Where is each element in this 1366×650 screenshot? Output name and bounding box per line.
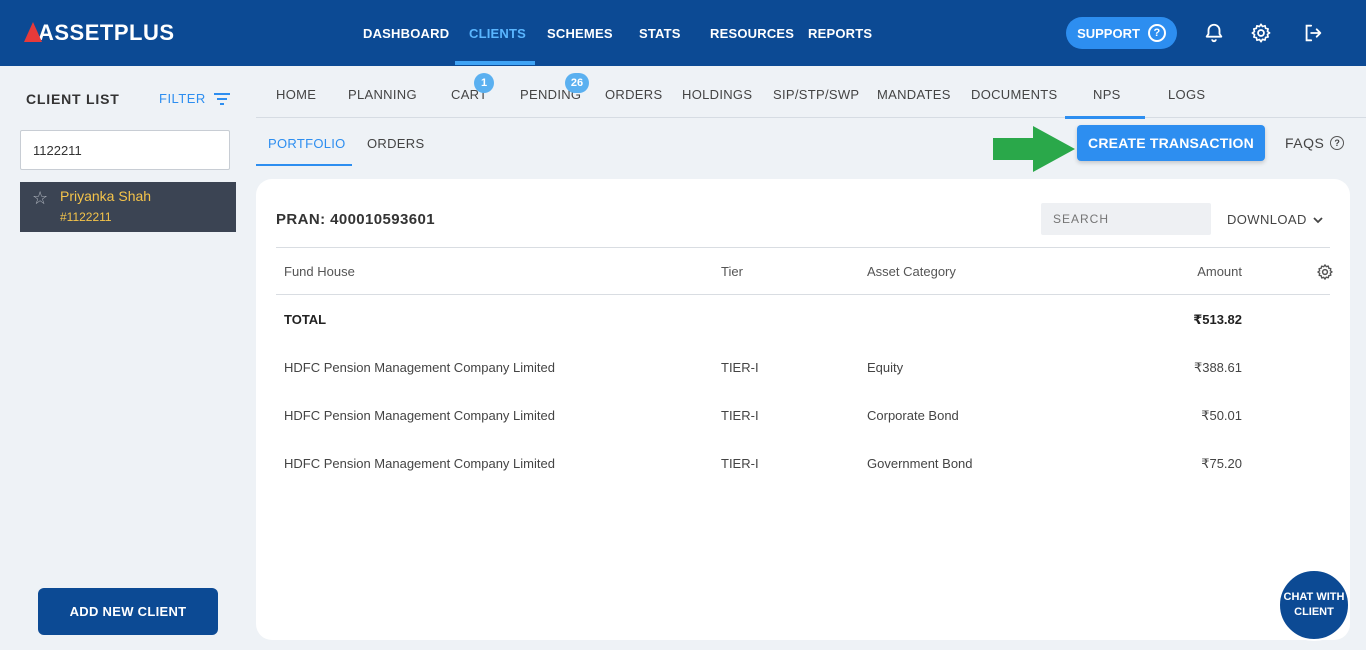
column-header-amount[interactable]: Amount: [1142, 264, 1242, 279]
column-header-tier[interactable]: Tier: [721, 264, 743, 279]
add-new-client-button[interactable]: ADD NEW CLIENT: [38, 588, 218, 635]
chat-label-line2: CLIENT: [1294, 606, 1334, 618]
amount-cell: ₹75.20: [1201, 456, 1242, 471]
client-list-title: CLIENT LIST: [26, 91, 120, 107]
tab-portfolio[interactable]: PORTFOLIO: [268, 136, 346, 151]
pran-label: PRAN:: [276, 211, 326, 228]
active-subnav-indicator: [1065, 116, 1145, 119]
filter-button[interactable]: FILTER: [159, 91, 230, 106]
pending-count-badge: 26: [565, 73, 589, 93]
subnav-home[interactable]: HOME: [276, 87, 316, 102]
cart-count-badge: 1: [474, 73, 494, 93]
subnav-logs[interactable]: LOGS: [1168, 87, 1205, 102]
bell-icon[interactable]: [1203, 22, 1225, 44]
nav-resources[interactable]: RESOURCES: [710, 26, 794, 41]
logout-icon[interactable]: [1302, 22, 1324, 44]
help-icon: ?: [1330, 136, 1345, 150]
tier-cell: TIER-I: [721, 360, 759, 375]
nav-dashboard[interactable]: DASHBOARD: [363, 26, 449, 41]
chat-with-client-button[interactable]: CHAT WITH CLIENT: [1278, 569, 1350, 641]
active-tab-indicator: [256, 164, 352, 166]
tier-cell: TIER-I: [721, 456, 759, 471]
column-header-asset-category[interactable]: Asset Category: [867, 264, 956, 279]
asset-category-cell: Equity: [867, 360, 904, 375]
nav-reports[interactable]: REPORTS: [808, 26, 872, 41]
chat-label-line1: CHAT WITH: [1283, 591, 1345, 603]
support-button[interactable]: SUPPORT ?: [1066, 17, 1177, 49]
fund-house-cell: HDFC Pension Management Company Limited: [284, 408, 555, 423]
amount-cell: ₹388.61: [1193, 360, 1242, 375]
subnav-sip-stp-swp[interactable]: SIP/STP/SWP: [773, 87, 859, 102]
total-label: TOTAL: [284, 312, 327, 327]
subnav-orders[interactable]: ORDERS: [605, 87, 662, 102]
assetplus-logo[interactable]: ASSETPLUS: [24, 20, 175, 46]
nav-clients[interactable]: CLIENTS: [469, 26, 526, 41]
faqs-label: FAQS: [1285, 135, 1325, 151]
help-icon: ?: [1147, 24, 1166, 42]
client-search-input[interactable]: [20, 130, 230, 170]
divider: [276, 294, 1330, 295]
fund-house-cell: HDFC Pension Management Company Limited: [284, 360, 555, 375]
faqs-link[interactable]: FAQS ?: [1285, 135, 1345, 151]
download-dropdown[interactable]: DOWNLOAD: [1227, 212, 1323, 227]
fund-house-cell: HDFC Pension Management Company Limited: [284, 456, 555, 471]
arrow-right-icon: [993, 126, 1075, 172]
nav-stats[interactable]: STATS: [639, 26, 681, 41]
logo-mark: [24, 22, 42, 42]
portfolio-search-input[interactable]: [1041, 203, 1211, 235]
subnav-nps[interactable]: NPS: [1093, 87, 1121, 102]
column-settings-icon[interactable]: [1316, 263, 1334, 281]
client-name: Priyanka Shah: [60, 188, 152, 204]
asset-category-cell: Government Bond: [867, 456, 973, 471]
pran-heading: PRAN: 400010593601: [276, 211, 435, 228]
support-label: SUPPORT: [1077, 25, 1140, 41]
pran-value: 400010593601: [330, 211, 435, 228]
chevron-down-icon: [1313, 216, 1323, 223]
logo-text: ASSETPLUS: [38, 20, 175, 45]
client-id: #1122211: [60, 210, 112, 224]
asset-category-cell: Corporate Bond: [867, 408, 959, 423]
divider: [276, 247, 1330, 248]
filter-icon: [213, 92, 230, 105]
tier-cell: TIER-I: [721, 408, 759, 423]
client-list-item[interactable]: ☆ Priyanka Shah #1122211: [20, 182, 236, 232]
settings-icon[interactable]: [1250, 22, 1272, 44]
nav-schemes[interactable]: SCHEMES: [547, 26, 613, 41]
column-header-fund-house[interactable]: Fund House: [284, 264, 355, 279]
subnav-planning[interactable]: PLANNING: [348, 87, 417, 102]
filter-label: FILTER: [159, 91, 206, 106]
active-nav-indicator: [455, 61, 535, 65]
total-amount: ₹513.82: [1193, 312, 1242, 327]
download-label: DOWNLOAD: [1227, 212, 1307, 227]
create-transaction-button[interactable]: CREATE TRANSACTION: [1077, 125, 1265, 161]
top-bar: ASSETPLUS DASHBOARD CLIENTS SCHEMES STAT…: [0, 0, 1366, 66]
subnav-mandates[interactable]: MANDATES: [877, 87, 951, 102]
subnav-documents[interactable]: DOCUMENTS: [971, 87, 1057, 102]
amount-cell: ₹50.01: [1201, 408, 1242, 423]
star-icon[interactable]: ☆: [32, 188, 48, 209]
tab-orders[interactable]: ORDERS: [367, 136, 424, 151]
subnav-holdings[interactable]: HOLDINGS: [682, 87, 752, 102]
